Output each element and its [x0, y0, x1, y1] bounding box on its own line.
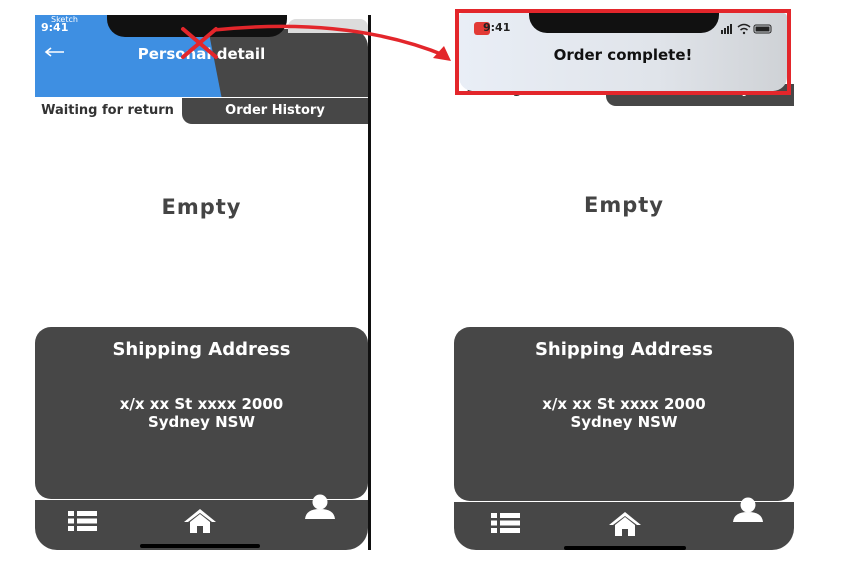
address-line-2: Sydney NSW	[147, 413, 256, 431]
arrow-annotation-icon	[213, 24, 451, 61]
carrier-label: Sketch	[51, 15, 78, 24]
shipping-address-card: Shipping Address x/x xx St xxxx 2000 Syd…	[454, 327, 794, 501]
bottom-tab-bar	[35, 494, 368, 550]
highlight-box	[455, 9, 791, 95]
list-icon[interactable]	[491, 512, 521, 534]
address-line-1: x/x xx St xxxx 2000	[119, 395, 284, 413]
shipping-title: Shipping Address	[534, 339, 714, 360]
tab-order-history[interactable]: Order History	[182, 98, 368, 124]
home-indicator	[140, 544, 260, 548]
list-icon[interactable]	[68, 510, 98, 532]
home-indicator	[564, 546, 686, 550]
address-line-2: Sydney NSW	[570, 413, 678, 431]
home-icon[interactable]	[608, 511, 642, 537]
user-icon[interactable]	[303, 494, 337, 520]
address-line-1: x/x xx St xxxx 2000	[542, 395, 706, 413]
shipping-address-card: Shipping Address x/x xx St xxxx 2000 Syd…	[35, 327, 368, 499]
left-phone-screen: 9:41 Sketch Personal detail Waiting for …	[35, 15, 371, 550]
empty-state-label: Empty	[584, 193, 664, 217]
empty-state-label: Empty	[161, 195, 242, 219]
shipping-title: Shipping Address	[112, 339, 291, 360]
user-icon[interactable]	[731, 497, 765, 523]
bottom-tab-bar	[454, 497, 794, 550]
tab-waiting-for-return[interactable]: Waiting for return	[35, 98, 180, 124]
home-icon[interactable]	[183, 508, 217, 534]
